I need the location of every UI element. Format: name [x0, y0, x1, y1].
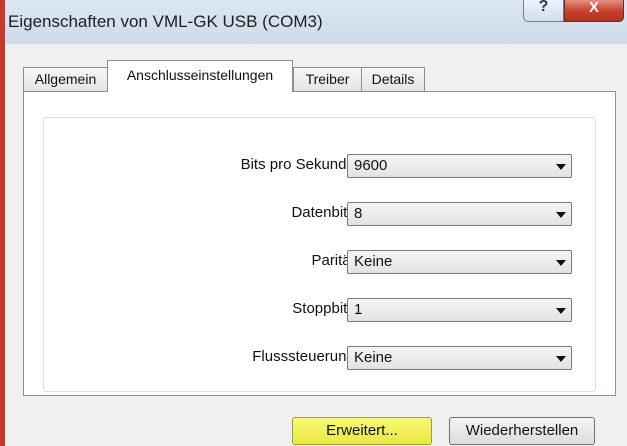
help-button[interactable]: ? [523, 0, 564, 22]
bits-select[interactable]: 9600 [347, 154, 572, 178]
databits-row: Datenbits: 8 [44, 202, 595, 226]
title-bar[interactable]: Eigenschaften von VML-GK USB (COM3) ? X [0, 0, 627, 44]
chevron-down-icon [556, 212, 566, 218]
properties-dialog: Eigenschaften von VML-GK USB (COM3) ? X … [0, 0, 627, 446]
chevron-down-icon [556, 260, 566, 266]
databits-value: 8 [354, 205, 363, 222]
flow-value: Keine [354, 349, 393, 366]
flow-label: Flusssteuerung: [252, 348, 359, 365]
parity-row: Parität: Keine [44, 250, 595, 274]
stopbits-value: 1 [354, 301, 363, 318]
flow-select[interactable]: Keine [347, 346, 572, 370]
advanced-button[interactable]: Erweitert... [292, 417, 432, 445]
databits-select[interactable]: 8 [347, 202, 572, 226]
parity-value: Keine [354, 253, 393, 270]
tab-allgemein[interactable]: Allgemein [23, 67, 108, 91]
chevron-down-icon [556, 164, 566, 170]
tab-treiber[interactable]: Treiber [293, 67, 362, 91]
tab-panel: Bits pro Sekunde: 9600 Datenbits: 8 Pari… [23, 91, 616, 396]
flow-row: Flusssteuerung: Keine [44, 346, 595, 370]
restore-button[interactable]: Wiederherstellen [449, 417, 595, 445]
close-button[interactable]: X [564, 0, 624, 22]
stopbits-row: Stoppbits: 1 [44, 298, 595, 322]
chevron-down-icon [556, 356, 566, 362]
bits-row: Bits pro Sekunde: 9600 [44, 154, 595, 178]
tab-anschlusseinstellungen[interactable]: Anschlusseinstellungen [107, 60, 293, 92]
settings-group: Bits pro Sekunde: 9600 Datenbits: 8 Pari… [43, 117, 596, 392]
tab-details[interactable]: Details [361, 67, 425, 91]
window-edge [0, 0, 5, 446]
bits-label: Bits pro Sekunde: [240, 156, 359, 173]
close-icon: X [588, 0, 599, 16]
chevron-down-icon [556, 308, 566, 314]
stopbits-select[interactable]: 1 [347, 298, 572, 322]
bits-value: 9600 [354, 157, 388, 174]
window-title: Eigenschaften von VML-GK USB (COM3) [8, 12, 323, 31]
question-mark-icon: ? [538, 0, 549, 15]
parity-select[interactable]: Keine [347, 250, 572, 274]
